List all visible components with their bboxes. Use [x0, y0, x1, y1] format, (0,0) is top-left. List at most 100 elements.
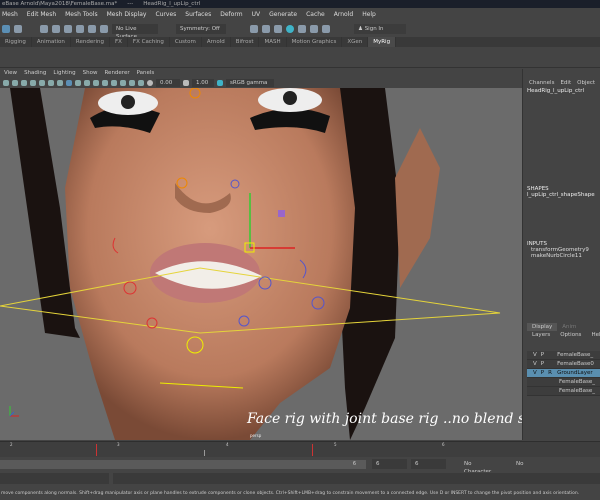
time-slider[interactable]: 2 3 4 5 6 — [0, 441, 600, 457]
shelf-tab-xgen[interactable]: XGen — [342, 37, 369, 47]
color-space-dropdown[interactable]: sRGB gamma — [226, 79, 274, 87]
menu-edit-mesh[interactable]: Edit Mesh — [27, 11, 56, 18]
ipr-icon[interactable] — [274, 24, 282, 33]
snap-grid-icon[interactable] — [40, 24, 48, 33]
tab-edit[interactable]: Edit — [560, 80, 571, 86]
layers-menu[interactable]: Layers — [527, 331, 555, 339]
shadows-icon[interactable] — [102, 80, 108, 86]
menu-help[interactable]: Help — [362, 11, 376, 18]
menu-cache[interactable]: Cache — [306, 11, 325, 18]
camera-attr-icon[interactable] — [12, 80, 18, 86]
vp-menu-renderer[interactable]: Renderer — [104, 69, 129, 78]
menu-mesh[interactable]: Mesh — [2, 11, 18, 18]
vp-menu-show[interactable]: Show — [83, 69, 98, 78]
tab-channels[interactable]: Channels — [529, 80, 554, 86]
shelf-tab-fx[interactable]: FX — [110, 37, 128, 47]
layer-row[interactable]: FemaleBase_ — [527, 387, 600, 396]
snap-curve-icon[interactable] — [52, 24, 60, 33]
vp-menu-shading[interactable]: Shading — [24, 69, 46, 78]
layer-row-selected[interactable]: V P R GroundLayer — [527, 369, 600, 378]
snap-surface-icon[interactable] — [88, 24, 96, 33]
ao-icon[interactable] — [111, 80, 117, 86]
range-bar[interactable]: 6 — [0, 460, 366, 469]
resolution-gate-icon[interactable] — [57, 80, 63, 86]
snap-point-icon[interactable] — [64, 24, 72, 33]
shelf-tab-motion-graphics[interactable]: Motion Graphics — [287, 37, 343, 47]
render-view-icon[interactable] — [310, 24, 318, 33]
grid-icon[interactable] — [39, 80, 45, 86]
mel-input[interactable] — [0, 473, 109, 484]
shape-node[interactable]: l_upLip_ctrl_shapeShape — [523, 192, 600, 198]
options-menu[interactable]: Options — [555, 331, 586, 339]
visibility-toggle[interactable]: V — [533, 361, 537, 367]
shelf-tab-animation[interactable]: Animation — [32, 37, 71, 47]
shelf-tab-rigging[interactable]: Rigging — [0, 37, 32, 47]
render-frame-icon[interactable] — [262, 24, 270, 33]
playback-toggle[interactable]: P — [541, 370, 544, 376]
character-set-dropdown[interactable]: No Character Set — [460, 459, 504, 483]
shelf-tab-arnold[interactable]: Arnold — [202, 37, 231, 47]
vp-menu-view[interactable]: View — [4, 69, 17, 78]
start-frame-field[interactable]: 6 — [372, 459, 407, 469]
layer-row[interactable]: V P FemaleBase_ — [527, 351, 600, 360]
tab-anim[interactable]: Anim — [557, 323, 581, 331]
current-time-indicator[interactable] — [204, 450, 205, 456]
vp-menu-lighting[interactable]: Lighting — [53, 69, 75, 78]
textured-icon[interactable] — [84, 80, 90, 86]
playback-toggle[interactable]: P — [541, 361, 544, 367]
shelf-tab-mash[interactable]: MASH — [259, 37, 287, 47]
menu-arnold[interactable]: Arnold — [334, 11, 353, 18]
sign-in-button[interactable]: ♟ Sign In — [354, 23, 406, 34]
input-node[interactable]: makeNurbCircle11 — [523, 253, 600, 259]
smooth-shade-icon[interactable] — [75, 80, 81, 86]
playback-toggle[interactable]: P — [541, 352, 544, 358]
pause-icon[interactable] — [322, 24, 330, 33]
menu-uv[interactable]: UV — [252, 11, 261, 18]
symmetry-dropdown[interactable]: Symmetry: Off — [176, 23, 226, 34]
layer-row[interactable]: V P FemaleBase0 — [527, 360, 600, 369]
image-plane-icon[interactable] — [30, 80, 36, 86]
3d-viewport[interactable] — [0, 88, 522, 440]
visibility-toggle[interactable]: V — [533, 352, 537, 358]
shelf-tab-bifrost[interactable]: Bifrost — [231, 37, 260, 47]
shelf-tab-myrig[interactable]: MyRig — [368, 37, 397, 47]
component-mode-icon[interactable] — [14, 24, 22, 33]
render-settings-icon[interactable] — [286, 24, 294, 33]
end-frame-field[interactable]: 6 — [411, 459, 446, 469]
xray-icon[interactable] — [129, 80, 135, 86]
live-surface-field[interactable]: No Live Surface — [112, 23, 158, 40]
menu-deform[interactable]: Deform — [220, 11, 242, 18]
help-menu[interactable]: Help — [586, 331, 600, 339]
menu-mesh-tools[interactable]: Mesh Tools — [65, 11, 97, 18]
anim-layer-dropdown[interactable]: No — [512, 459, 542, 469]
visibility-toggle[interactable]: V — [533, 370, 537, 376]
bookmark-icon[interactable] — [21, 80, 27, 86]
snap-view-icon[interactable] — [76, 24, 84, 33]
isolate-icon[interactable] — [120, 80, 126, 86]
select-mode-icon[interactable] — [2, 24, 10, 33]
menu-generate[interactable]: Generate — [269, 11, 297, 18]
menu-surfaces[interactable]: Surfaces — [185, 11, 211, 18]
color-management-icon[interactable] — [217, 80, 223, 86]
layer-row[interactable]: FemaleBase_ — [527, 378, 600, 387]
shelf-tab-custom[interactable]: Custom — [170, 37, 202, 47]
exposure-field[interactable]: 0.00 — [156, 79, 180, 87]
lights-icon[interactable] — [93, 80, 99, 86]
film-gate-icon[interactable] — [48, 80, 54, 86]
wireframe-icon[interactable] — [66, 80, 72, 86]
render-icon[interactable] — [250, 24, 258, 33]
shelf-tab-rendering[interactable]: Rendering — [71, 37, 110, 47]
tab-object[interactable]: Object — [577, 80, 595, 86]
vp-menu-panels[interactable]: Panels — [137, 69, 155, 78]
reference-toggle[interactable]: R — [548, 370, 553, 376]
xray-joints-icon[interactable] — [138, 80, 144, 86]
tab-display[interactable]: Display — [527, 323, 558, 331]
camera-select-icon[interactable] — [3, 80, 9, 86]
gamma-field[interactable]: 1.00 — [192, 79, 214, 87]
hypershade-icon[interactable] — [298, 24, 306, 33]
shelf-tab-fx-caching[interactable]: FX Caching — [128, 37, 170, 47]
node-name[interactable]: HeadRig_l_upLip_ctrl — [523, 88, 600, 94]
menu-mesh-display[interactable]: Mesh Display — [107, 11, 147, 18]
snap-magnet-icon[interactable] — [100, 24, 108, 33]
menu-curves[interactable]: Curves — [155, 11, 176, 18]
